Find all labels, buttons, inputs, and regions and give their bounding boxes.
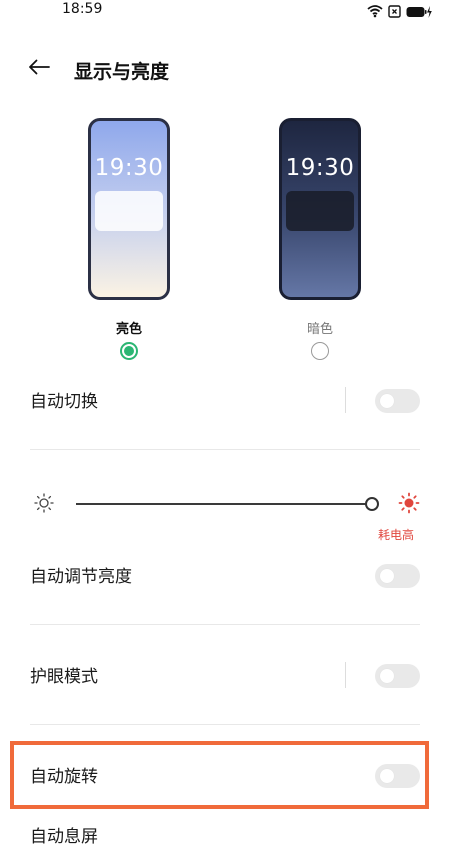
header: 显示与亮度 (0, 50, 455, 90)
arrow-left-icon (28, 59, 50, 79)
vertical-divider (345, 662, 346, 688)
radio-dark-unselected[interactable] (311, 342, 329, 360)
dark-theme-preview[interactable]: 19:30 (279, 118, 361, 300)
eye-care-label: 护眼模式 (30, 667, 98, 687)
back-button[interactable] (24, 54, 54, 84)
eye-care-toggle[interactable] (375, 664, 420, 688)
status-icons (367, 3, 432, 22)
sun-dim-icon (33, 492, 55, 518)
battery-charging-icon (406, 3, 432, 22)
auto-switch-row[interactable]: 自动切换 (0, 375, 455, 425)
sun-bright-icon (398, 492, 420, 518)
highlight-box (10, 741, 429, 809)
auto-brightness-row[interactable]: 自动调节亮度 (0, 550, 455, 600)
preview-card (286, 191, 354, 231)
theme-option-dark[interactable]: 19:30 暗色 (279, 118, 379, 368)
divider (30, 724, 420, 725)
toggle-knob (380, 394, 394, 408)
toggle-knob (380, 669, 394, 683)
divider (30, 624, 420, 625)
theme-label-dark: 暗色 (306, 322, 333, 337)
eye-care-row[interactable]: 护眼模式 (0, 650, 455, 700)
light-theme-preview[interactable]: 19:30 (88, 118, 170, 300)
vertical-divider (345, 387, 346, 413)
status-time: 18:59 (62, 1, 103, 17)
auto-screen-off-row[interactable]: 自动息屏 (0, 812, 455, 862)
brightness-slider-handle[interactable] (365, 497, 379, 511)
theme-label-light: 亮色 (115, 322, 142, 337)
power-consumption-note: 耗电高 (378, 528, 415, 542)
auto-switch-label: 自动切换 (30, 392, 98, 412)
auto-switch-toggle[interactable] (375, 389, 420, 413)
auto-brightness-label: 自动调节亮度 (30, 567, 132, 587)
theme-option-light[interactable]: 19:30 亮色 (88, 118, 188, 368)
toggle-knob (380, 569, 394, 583)
divider (30, 449, 420, 450)
auto-screen-off-label: 自动息屏 (30, 827, 98, 847)
preview-clock: 19:30 (94, 155, 164, 181)
preview-card (95, 191, 163, 231)
status-bar: 18:59 (0, 0, 455, 22)
brightness-slider-track[interactable] (76, 503, 368, 505)
auto-brightness-toggle[interactable] (375, 564, 420, 588)
preview-clock: 19:30 (285, 155, 355, 181)
page-title: 显示与亮度 (74, 61, 170, 83)
wifi-icon (367, 3, 383, 22)
radio-light-selected[interactable] (120, 342, 138, 360)
sim-icon (388, 3, 401, 22)
